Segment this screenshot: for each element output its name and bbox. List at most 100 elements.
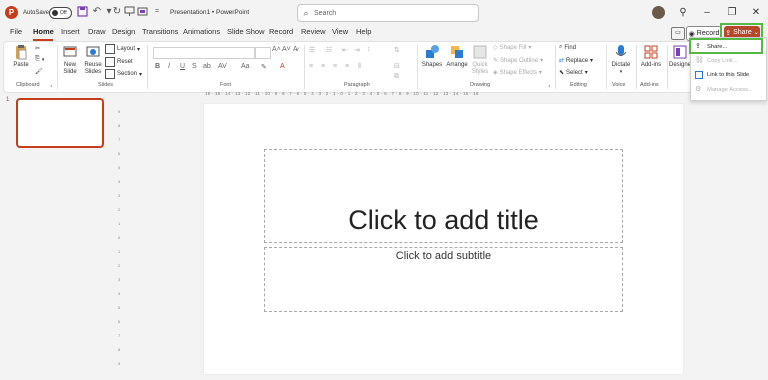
shape-fill-button[interactable]: ◇ Shape Fill ▾ — [493, 44, 531, 52]
slideshow-icon[interactable] — [136, 6, 148, 18]
text-direction-icon[interactable]: ⇅ — [394, 46, 400, 54]
character-spacing-icon[interactable]: AV — [218, 63, 227, 70]
quick-styles-button[interactable]: Quick Styles — [469, 44, 491, 76]
shapes-button[interactable]: Shapes — [420, 44, 444, 69]
columns-icon[interactable]: ⫴ — [358, 63, 361, 71]
document-title: Presentation1 • PowerPoint — [170, 9, 250, 16]
reset-button[interactable]: Reset — [105, 57, 133, 67]
underline-icon[interactable]: U — [180, 63, 185, 70]
shape-outline-button[interactable]: ✎ Shape Outline ▾ — [493, 57, 543, 65]
tab-file[interactable]: File — [10, 27, 22, 36]
decrease-indent-icon[interactable]: ⇤ — [342, 46, 348, 54]
tab-review[interactable]: Review — [301, 27, 326, 36]
ruler-tick: 7 — [118, 333, 121, 338]
layout-icon — [105, 44, 115, 54]
bold-icon[interactable]: B — [155, 63, 160, 70]
menu-item-copy-link[interactable]: ⛓ Copy Link... — [695, 57, 738, 65]
layout-button[interactable]: Layout ▾ — [105, 44, 140, 54]
cut-icon[interactable]: ✂ — [35, 45, 40, 52]
clipboard-launcher-icon[interactable]: ⌟ — [50, 82, 52, 88]
align-left-icon[interactable]: ≡ — [309, 63, 313, 70]
tab-view[interactable]: View — [332, 27, 348, 36]
format-painter-icon[interactable]: 🖌 — [35, 68, 43, 75]
highlight-icon[interactable]: ✎ — [261, 63, 267, 71]
lightbulb-icon[interactable]: ⚲ — [676, 6, 690, 19]
section-button[interactable]: Section ▾ — [105, 69, 142, 79]
clear-formatting-icon[interactable]: A̷ — [293, 46, 298, 53]
menu-item-link-to-slide[interactable]: Link to this Slide — [695, 71, 749, 79]
tab-insert[interactable]: Insert — [61, 27, 80, 36]
redo-icon[interactable]: ↻ — [111, 6, 123, 18]
smartart-icon[interactable]: ⧉ — [394, 73, 399, 81]
shadow-icon[interactable]: ab — [203, 63, 211, 70]
group-divider — [417, 45, 418, 89]
paragraph-group-label: Paragraph — [344, 82, 370, 88]
close-icon[interactable]: ✕ — [749, 6, 763, 19]
align-text-icon[interactable]: ⊟ — [394, 62, 400, 70]
slide-thumbnail-number: 1 — [6, 97, 10, 103]
select-button[interactable]: ⬉ Select ▾ — [559, 69, 588, 77]
increase-font-icon[interactable]: A˄ — [272, 46, 281, 53]
menu-item-manage-access[interactable]: ⚙ Manage Access... — [695, 86, 753, 94]
manage-access-icon: ⚙ — [695, 86, 702, 93]
customize-toolbar-icon[interactable]: = — [151, 6, 163, 18]
restore-icon[interactable]: ❐ — [725, 6, 739, 19]
replace-button[interactable]: ⇄ Replace ▾ — [559, 57, 593, 65]
increase-indent-icon[interactable]: ⇥ — [354, 46, 360, 54]
tab-record[interactable]: Record — [269, 27, 293, 36]
change-case-icon[interactable]: Aa — [241, 63, 250, 70]
line-spacing-icon[interactable]: ↕ — [367, 46, 371, 53]
comments-icon[interactable]: ▭ — [671, 27, 685, 40]
slide-thumbnail[interactable] — [16, 98, 104, 148]
chevron-down-icon: ▾ — [619, 69, 623, 75]
align-center-icon[interactable]: ≡ — [321, 63, 325, 70]
search-box[interactable]: ⌕ Search — [297, 4, 479, 22]
paste-button[interactable]: Paste — [10, 44, 32, 69]
subtitle-placeholder[interactable]: Click to add subtitle — [264, 247, 623, 312]
tab-draw[interactable]: Draw — [88, 27, 106, 36]
justify-icon[interactable]: ≡ — [345, 63, 349, 70]
dictate-button[interactable]: Dictate ▾ — [609, 44, 633, 76]
decrease-font-icon[interactable]: A˅ — [282, 46, 291, 53]
shape-effects-label: Shape Effects — [499, 69, 537, 76]
title-placeholder[interactable]: Click to add title — [264, 149, 623, 243]
slide-canvas[interactable]: Click to add title Click to add subtitle — [204, 104, 683, 374]
menu-item-label: Manage Access... — [707, 87, 753, 93]
ruler-tick: 9 — [118, 361, 121, 366]
bullets-icon[interactable]: ☰ — [309, 46, 315, 54]
tab-transitions[interactable]: Transitions — [142, 27, 178, 36]
strikethrough-icon[interactable]: S — [192, 63, 197, 70]
font-color-icon[interactable]: A — [280, 63, 285, 70]
tab-design[interactable]: Design — [112, 27, 135, 36]
drawing-launcher-icon[interactable]: ⌟ — [548, 82, 550, 88]
autosave-toggle[interactable]: Off — [49, 7, 72, 19]
new-slide-button[interactable]: New Slide — [59, 44, 81, 76]
search-icon: ⌕ — [303, 7, 309, 18]
minimize-icon[interactable]: – — [700, 6, 714, 19]
undo-icon[interactable]: ↶ — [91, 6, 103, 18]
slides-group-label: Slides — [98, 82, 113, 88]
shape-effects-button[interactable]: ◈ Shape Effects ▾ — [493, 69, 542, 77]
addins-button[interactable]: Add-ins — [638, 44, 664, 69]
find-button[interactable]: ⌕ Find — [559, 44, 576, 51]
arrange-button[interactable]: Arrange — [444, 44, 470, 69]
reuse-slides-button[interactable]: Reuse Slides — [82, 44, 104, 76]
share-menu-item-highlight — [689, 38, 763, 54]
italic-icon[interactable]: I — [168, 63, 170, 70]
tab-animations[interactable]: Animations — [183, 27, 220, 36]
find-label: Find — [564, 44, 577, 51]
microphone-icon — [615, 45, 627, 56]
align-right-icon[interactable]: ≡ — [333, 63, 337, 70]
numbering-icon[interactable]: ☷ — [326, 46, 332, 54]
copy-icon[interactable]: ⎘ ▾ — [35, 56, 44, 63]
present-icon[interactable] — [123, 6, 135, 18]
save-icon[interactable] — [76, 6, 88, 18]
avatar[interactable] — [652, 6, 665, 19]
tab-slide-show[interactable]: Slide Show — [227, 27, 265, 36]
font-size-combo[interactable] — [255, 47, 271, 59]
ruler-tick: 8 — [118, 347, 121, 352]
tab-help[interactable]: Help — [356, 27, 371, 36]
font-family-combo[interactable] — [153, 47, 255, 59]
tab-home[interactable]: Home — [33, 27, 54, 36]
ruler-tick: 0 — [118, 235, 121, 240]
